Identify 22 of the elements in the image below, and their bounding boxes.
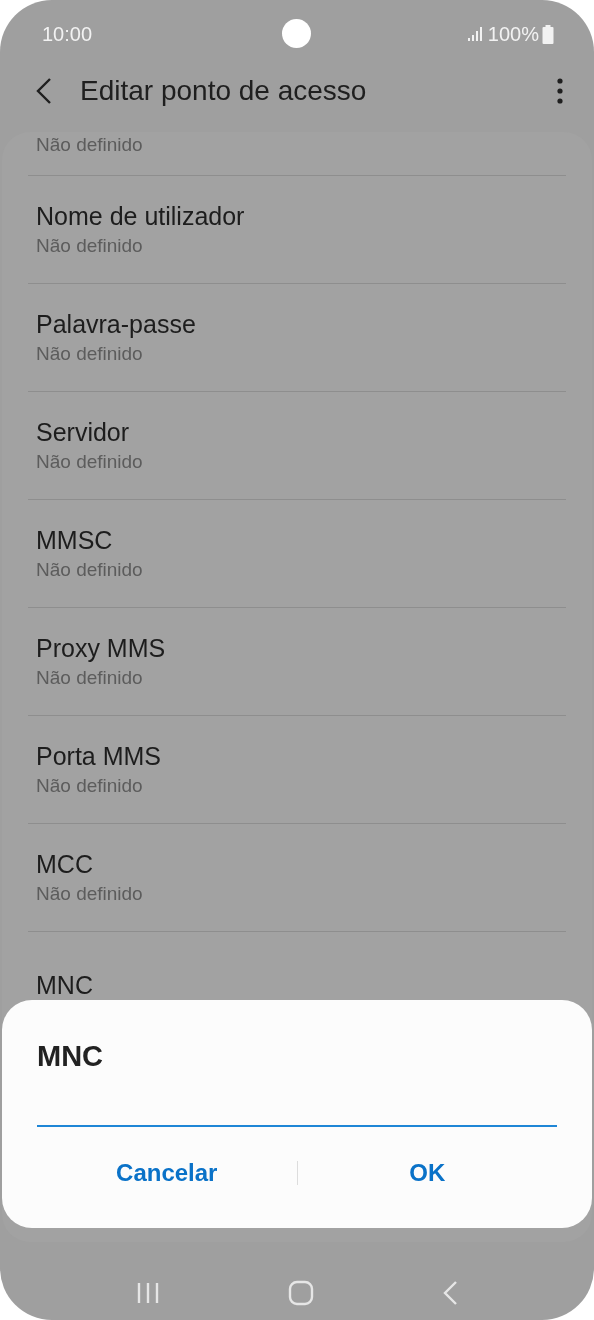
back-nav-icon[interactable] (442, 1280, 458, 1306)
battery-icon (542, 24, 554, 44)
setting-item[interactable]: Servidor Não definido (28, 392, 566, 500)
dialog-title: MNC (37, 1040, 105, 1073)
back-button[interactable] (34, 77, 54, 105)
home-icon[interactable] (288, 1280, 314, 1306)
dialog-button[interactable]: OK (297, 1151, 557, 1195)
setting-item[interactable]: Palavra-passe Não definido (28, 284, 566, 392)
setting-item[interactable]: Porta MMS Não definido (28, 716, 566, 824)
status-time: 10:00 (42, 22, 93, 46)
dialog-button[interactable]: Cancelar (37, 1151, 297, 1195)
setting-item[interactable]: Proxy MMS Não definido (28, 608, 566, 716)
signal-icon (466, 26, 483, 42)
more-options-button[interactable] (556, 78, 564, 104)
setting-item[interactable]: Nome de utilizador Não definido (28, 176, 566, 284)
setting-item[interactable]: MCC Não definido (28, 824, 566, 932)
battery-percent: 100% (487, 22, 539, 46)
screen-title: Editar ponto de acesso (80, 75, 367, 107)
setting-item[interactable]: MMSC Não definido (28, 500, 566, 608)
camera-hole-icon (282, 19, 311, 48)
recent-apps-icon[interactable] (136, 1281, 160, 1305)
setting-value: Não definido (36, 134, 143, 157)
